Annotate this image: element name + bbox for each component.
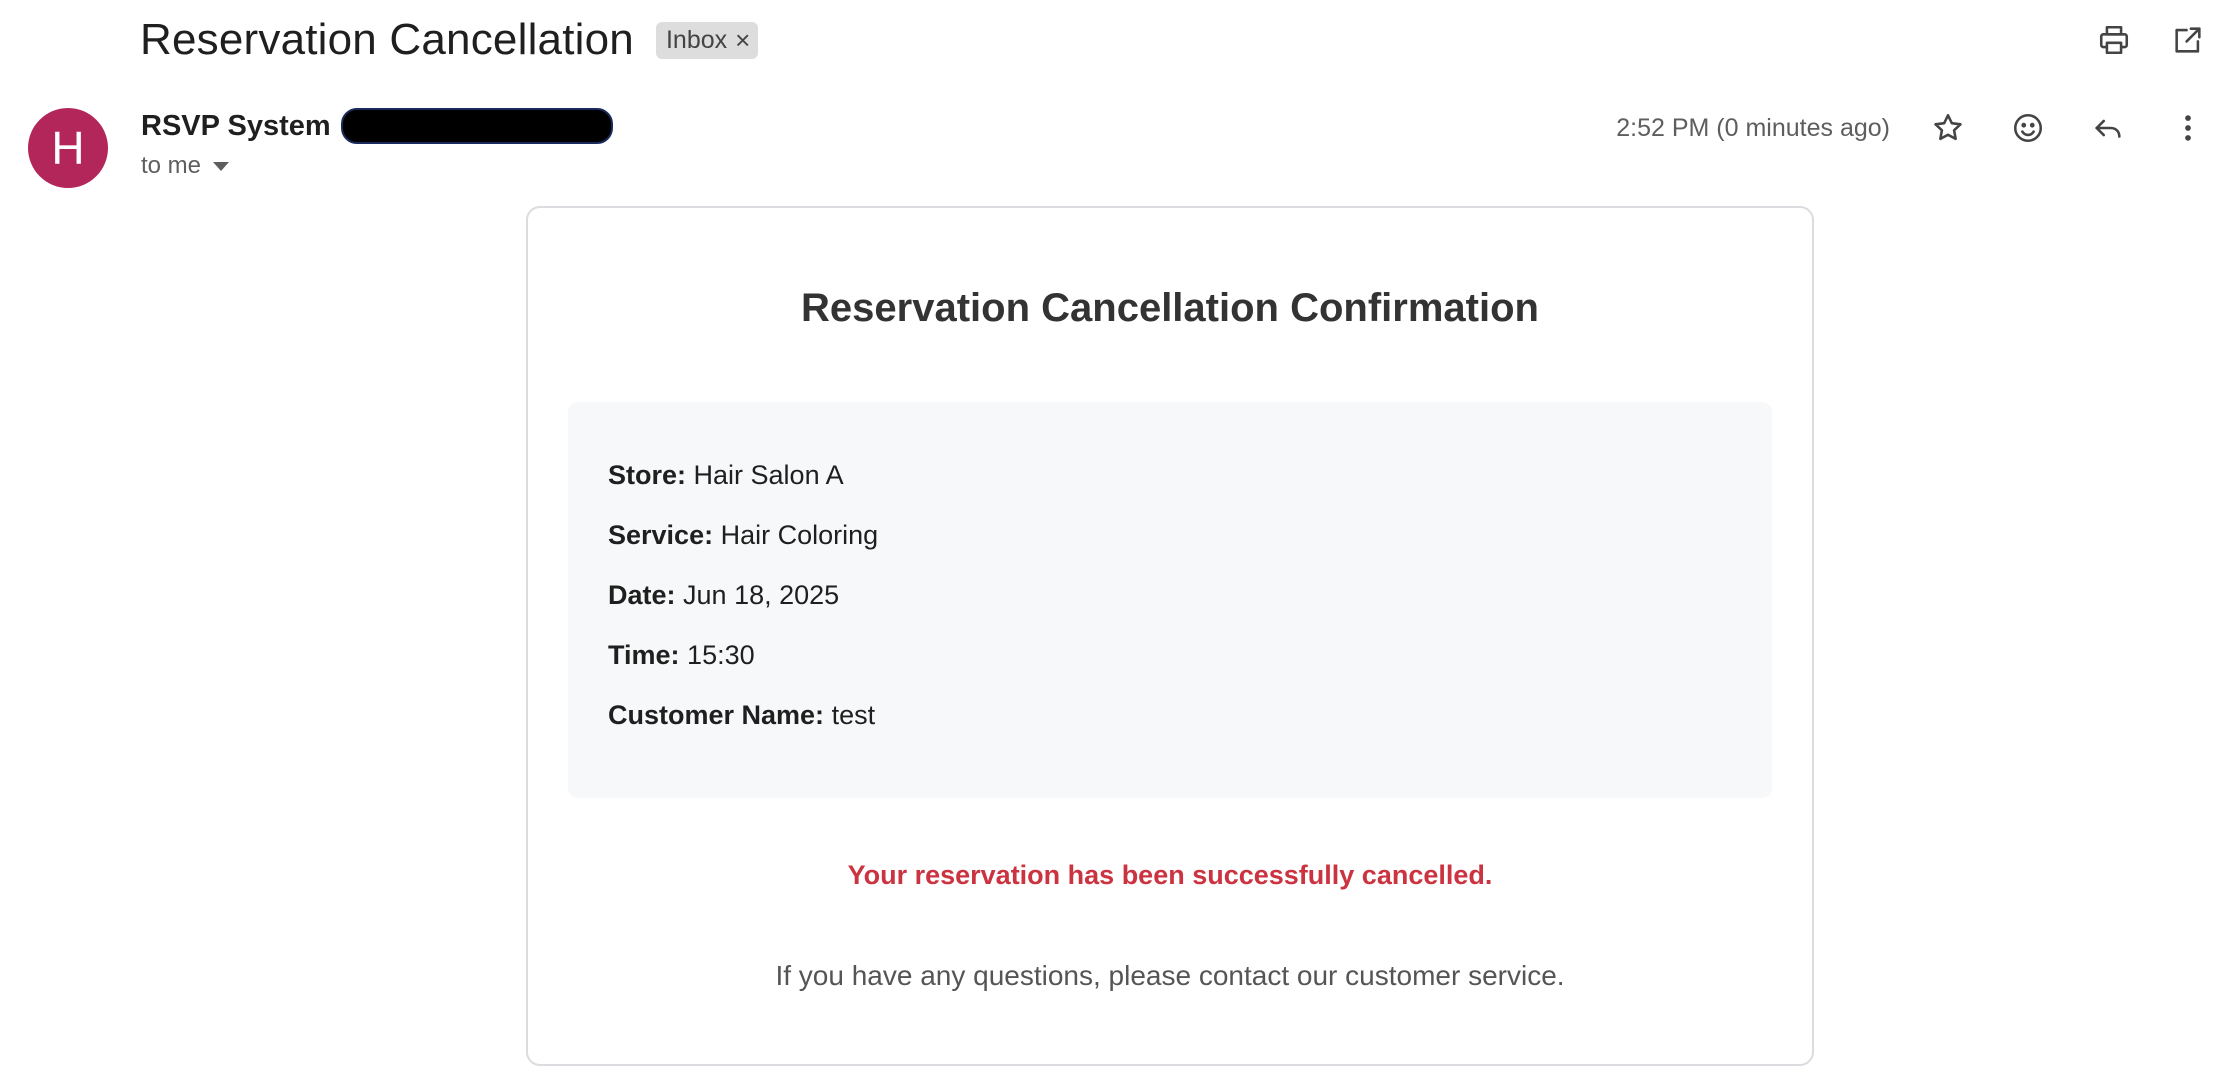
- emoji-icon: [2013, 113, 2043, 143]
- subject-row: Reservation Cancellation Inbox ×: [140, 12, 759, 68]
- detail-value: Hair Salon A: [693, 460, 844, 490]
- detail-value: test: [831, 700, 876, 730]
- more-vert-icon: [2185, 115, 2191, 141]
- message-actions: [1926, 106, 2210, 150]
- reservation-details-box: Store: Hair Salon A Service: Hair Colori…: [568, 402, 1772, 798]
- detail-value: 15:30: [687, 640, 755, 670]
- email-subject: Reservation Cancellation: [140, 15, 634, 64]
- detail-label: Service:: [608, 520, 714, 550]
- sender-avatar[interactable]: H: [28, 108, 108, 188]
- recipient-text: to me: [141, 152, 202, 179]
- redacted-sender-email: [340, 108, 613, 144]
- more-options-button[interactable]: [2166, 106, 2210, 150]
- detail-value: Hair Coloring: [720, 520, 879, 550]
- print-button[interactable]: [2092, 18, 2136, 62]
- star-button[interactable]: [1926, 106, 1970, 150]
- email-body-title: Reservation Cancellation Confirmation: [801, 286, 1539, 330]
- message-timestamp: 2:52 PM (0 minutes ago): [1616, 113, 1890, 142]
- inbox-label-chip[interactable]: Inbox ×: [655, 21, 759, 59]
- detail-label: Customer Name:: [608, 700, 825, 730]
- detail-label: Date:: [608, 580, 676, 610]
- print-icon: [2099, 25, 2129, 55]
- top-toolbar: [2092, 18, 2210, 62]
- contact-message: If you have any questions, please contac…: [775, 960, 1565, 991]
- cancellation-status-message: Your reservation has been successfully c…: [847, 860, 1493, 890]
- caret-down-icon: [213, 161, 230, 171]
- sender-row: RSVP System: [141, 108, 613, 144]
- detail-label: Store:: [608, 460, 687, 490]
- detail-service: Service: Hair Coloring: [608, 520, 1732, 580]
- reply-button[interactable]: [2086, 106, 2130, 150]
- label-chip-text: Inbox: [665, 25, 728, 54]
- star-icon: [1934, 113, 1962, 141]
- detail-date: Date: Jun 18, 2025: [608, 580, 1732, 640]
- sender-name[interactable]: RSVP System: [141, 110, 331, 143]
- add-reaction-button[interactable]: [2006, 106, 2050, 150]
- email-body-card: Reservation Cancellation Confirmation St…: [526, 206, 1814, 1066]
- detail-value: Jun 18, 2025: [683, 580, 840, 610]
- detail-store: Store: Hair Salon A: [608, 460, 1732, 520]
- open-in-new-window-button[interactable]: [2166, 18, 2210, 62]
- open-in-new-icon: [2175, 27, 2201, 53]
- detail-time: Time: 15:30: [608, 640, 1732, 700]
- detail-customer-name: Customer Name: test: [608, 700, 1732, 760]
- reply-icon: [2095, 119, 2121, 138]
- recipient-details-toggle[interactable]: to me: [141, 152, 230, 180]
- remove-label-icon[interactable]: ×: [735, 27, 750, 53]
- message-meta: 2:52 PM (0 minutes ago): [1616, 106, 2210, 150]
- detail-label: Time:: [608, 640, 680, 670]
